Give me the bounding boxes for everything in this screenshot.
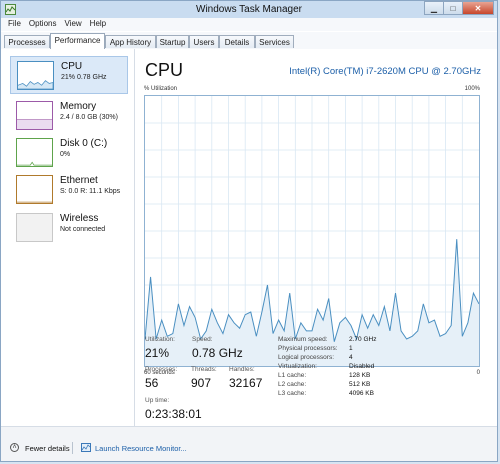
sidebar-item-value: 21% 0.78 GHz [61,74,107,81]
l2-cache-label: L2 cache: [278,381,307,388]
minimize-icon: ▁ [430,3,438,13]
memory-thumbnail [16,101,53,130]
y-axis-label: % Utilization [144,86,178,92]
sidebar-item-disk[interactable]: Disk 0 (C:) 0% [10,134,128,172]
max-speed-value: 2.70 GHz [349,336,377,343]
cpu-detail-pane: CPU Intel(R) Core(TM) i7-2620M CPU @ 2.7… [135,49,497,426]
launch-resource-monitor-link[interactable]: Launch Resource Monitor... [95,444,187,453]
l1-cache-label: L1 cache: [278,372,307,379]
wireless-thumbnail [16,213,53,242]
tab-app-history[interactable]: App History [105,35,156,48]
chevron-up-icon[interactable]: ˄ [10,443,19,452]
menu-bar: File Options View Help [1,18,497,31]
sidebar-item-value: Not connected [60,226,106,233]
resource-list: CPU 21% 0.78 GHz Memory 2.4 / 8.0 GB (30… [1,49,135,426]
task-manager-window: Windows Task Manager ▁ □ ✕ File Options … [0,0,498,462]
logical-processors-value: 4 [349,354,353,361]
close-button[interactable]: ✕ [462,1,494,15]
close-icon: ✕ [474,3,482,13]
speed-value: 0.78 GHz [192,346,243,360]
handles-label: Handles: [229,366,255,373]
sidebar-item-cpu[interactable]: CPU 21% 0.78 GHz [10,56,128,94]
tab-services[interactable]: Services [255,35,294,48]
disk-thumbnail [16,138,53,167]
processes-label: Processes: [145,366,178,373]
minimize-button[interactable]: ▁ [424,1,444,15]
y-axis-min-label: 0 [476,370,480,376]
uptime-label: Up time: [145,397,170,404]
tab-performance[interactable]: Performance [50,33,105,49]
menu-help[interactable]: Help [87,18,111,31]
sidebar-item-value: 0% [60,151,71,158]
threads-label: Threads: [191,366,217,373]
handles-value: 32167 [229,376,263,390]
sidebar-item-memory[interactable]: Memory 2.4 / 8.0 GB (30%) [10,97,128,135]
virtualization-value: Disabled [349,363,375,370]
uptime-value: 0:23:38:01 [145,407,202,421]
logical-processors-label: Logical processors: [278,354,334,361]
l2-cache-value: 512 KB [349,381,371,388]
tab-strip: Processes Performance App History Startu… [1,32,497,50]
sidebar-item-label: Ethernet [60,175,98,186]
sidebar-item-value: S: 0.0 R: 11.1 Kbps [60,188,121,195]
maximize-icon: □ [450,3,456,13]
cpu-model-name: Intel(R) Core(TM) i7-2620M CPU @ 2.70GHz [289,66,481,77]
utilization-value: 21% [145,346,170,360]
sidebar-item-label: Memory [60,101,97,112]
physical-processors-value: 1 [349,345,353,352]
y-axis-max-label: 100% [464,86,480,92]
title-bar[interactable]: Windows Task Manager ▁ □ ✕ [1,1,497,19]
cpu-utilization-graph [144,95,480,367]
fewer-details-button[interactable]: Fewer details [25,444,70,453]
max-speed-label: Maximum speed: [278,336,328,343]
tab-processes[interactable]: Processes [4,35,50,48]
tab-users[interactable]: Users [189,35,219,48]
threads-value: 907 [191,376,212,390]
l3-cache-label: L3 cache: [278,390,307,397]
menu-view[interactable]: View [61,18,86,31]
window-title: Windows Task Manager [196,4,302,15]
page-title: CPU [145,60,184,80]
utilization-label: Utilization: [145,336,175,343]
sidebar-item-label: Disk 0 (C:) [60,138,108,149]
speed-label: Speed: [192,336,213,343]
l1-cache-value: 128 KB [349,372,371,379]
sidebar-item-ethernet[interactable]: Ethernet S: 0.0 R: 11.1 Kbps [10,171,128,209]
cpu-thumbnail [17,61,54,90]
footer-bar: ˄ Fewer details Launch Resource Monitor.… [1,426,497,461]
physical-processors-label: Physical processors: [278,345,338,352]
sidebar-item-wireless[interactable]: Wireless Not connected [10,209,128,247]
virtualization-label: Virtualization: [278,363,317,370]
processes-value: 56 [145,376,159,390]
maximize-button[interactable]: □ [443,1,463,15]
sidebar-item-label: CPU [61,61,83,72]
sidebar-item-label: Wireless [60,213,99,224]
resource-monitor-icon[interactable] [81,443,91,452]
menu-file[interactable]: File [5,18,26,31]
ethernet-thumbnail [16,175,53,204]
sidebar-item-value: 2.4 / 8.0 GB (30%) [60,114,118,121]
l3-cache-value: 4096 KB [349,390,374,397]
tab-startup[interactable]: Startup [156,35,189,48]
menu-options[interactable]: Options [26,18,62,31]
footer-divider [72,442,73,454]
tab-details[interactable]: Details [219,35,255,48]
